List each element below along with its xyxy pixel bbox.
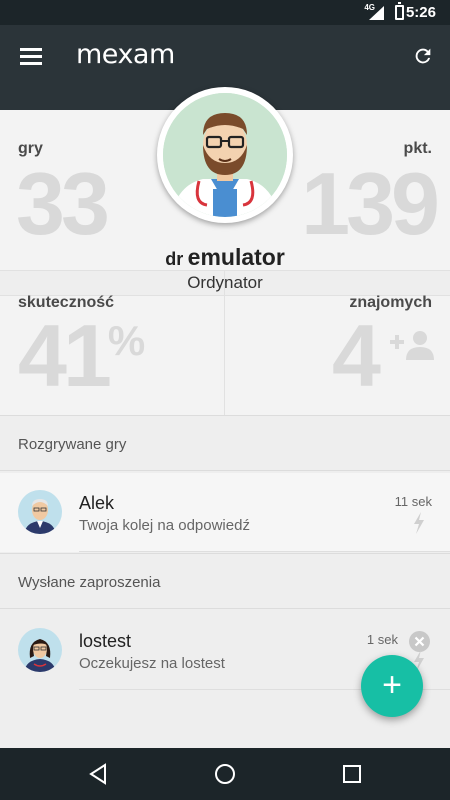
user-name: dr emulator	[0, 244, 450, 271]
game-row[interactable]: Alek Twoja kolej na odpowiedź 11 sek	[0, 473, 450, 552]
friends-value: 4	[332, 306, 381, 405]
invite-status: Oczekujesz na lostest	[79, 655, 225, 672]
status-bar: 4G 5:26	[0, 0, 450, 25]
doctor-illustration	[163, 93, 287, 217]
efficiency-value-wrap: 41%	[18, 312, 145, 400]
active-games-header: Rozgrywane gry	[0, 415, 450, 471]
points-value: 139	[301, 154, 440, 253]
user-display-name: emulator	[187, 244, 285, 270]
battery-icon	[395, 2, 404, 20]
row-separator	[79, 551, 450, 552]
efficiency-value: 41	[18, 306, 112, 405]
recents-icon[interactable]	[340, 762, 364, 786]
back-icon[interactable]	[86, 762, 110, 786]
system-nav-bar	[0, 748, 450, 800]
new-game-button[interactable]: +	[361, 655, 423, 717]
invitee-name: lostest	[79, 631, 132, 651]
status-time: 5:26	[405, 4, 436, 21]
stats-top-border	[0, 270, 450, 271]
invitee-avatar	[18, 628, 62, 672]
efficiency-unit: %	[107, 317, 146, 364]
hamburger-menu-icon[interactable]	[20, 47, 42, 65]
refresh-icon[interactable]	[412, 45, 434, 67]
points-value-wrap: 139	[301, 154, 440, 253]
opponent-avatar	[18, 490, 62, 534]
stats-vertical-divider	[224, 270, 225, 415]
game-time: 11 sek	[394, 494, 432, 509]
cancel-invite-icon[interactable]	[409, 631, 430, 652]
game-status: Twoja kolej na odpowiedź	[79, 517, 250, 534]
games-value-wrap: 33	[16, 154, 110, 253]
invite-time: 1 sek	[366, 632, 398, 647]
app-logo: mexam	[76, 39, 175, 70]
sent-invites-header: Wysłane zaproszenia	[0, 553, 450, 609]
home-icon[interactable]	[213, 762, 237, 786]
add-person-icon[interactable]	[390, 330, 434, 360]
user-prefix: dr	[165, 249, 184, 269]
lightning-icon	[414, 512, 424, 534]
opponent-name: Alek	[79, 493, 115, 513]
signal-icon	[369, 6, 384, 20]
doctor-avatar-icon[interactable]	[157, 87, 293, 223]
friends-value-wrap: 4	[332, 306, 381, 405]
sent-invites-title: Wysłane zaproszenia	[18, 574, 161, 591]
games-value: 33	[16, 154, 110, 253]
active-games-title: Rozgrywane gry	[18, 436, 127, 453]
